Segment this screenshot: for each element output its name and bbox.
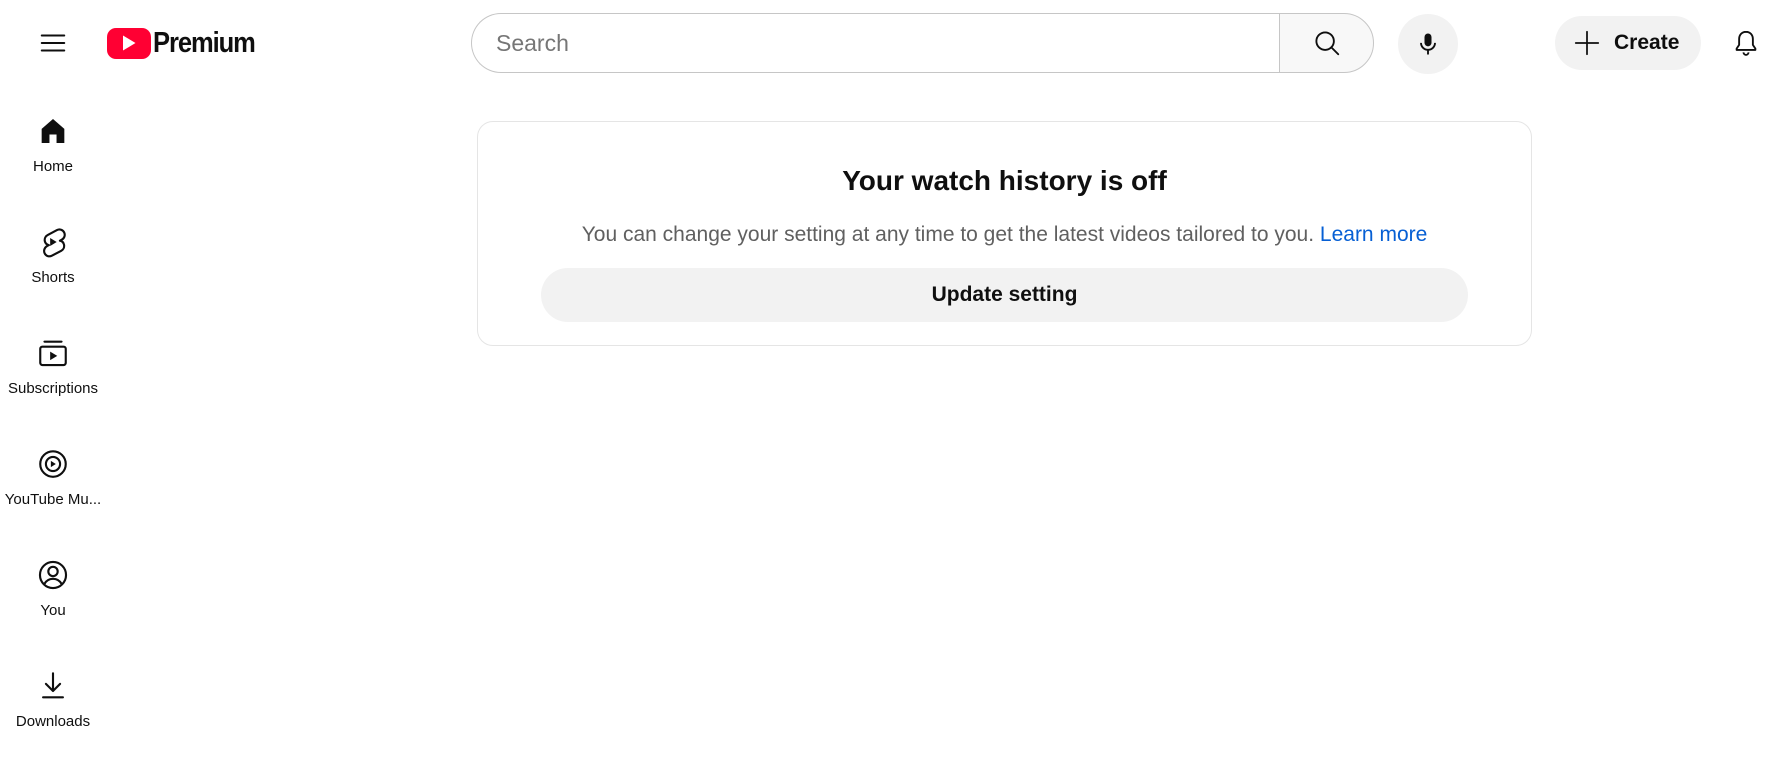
sidebar-item-youtube-music[interactable]: YouTube Mu... — [0, 433, 106, 544]
youtube-premium-logo[interactable]: Premium — [107, 25, 269, 61]
youtube-music-icon — [39, 450, 67, 478]
hamburger-menu-icon — [40, 34, 66, 52]
home-icon — [41, 118, 65, 144]
logo-text: Premium — [153, 26, 256, 59]
mini-guide: Home Shorts Subscriptions YouTube Mu... … — [0, 100, 106, 766]
sidebar-item-subscriptions[interactable]: Subscriptions — [0, 322, 106, 433]
sidebar-item-label: Home — [32, 158, 73, 175]
sidebar-item-label: You — [40, 602, 66, 619]
search-bar — [471, 13, 1374, 73]
update-setting-button[interactable]: Update setting — [541, 268, 1468, 322]
masthead: Premium Create — [0, 0, 1780, 86]
sidebar-item-shorts[interactable]: Shorts — [0, 211, 106, 322]
card-description: You can change your setting at any time … — [478, 223, 1531, 247]
search-button[interactable] — [1279, 13, 1374, 73]
search-input[interactable] — [496, 29, 1279, 57]
plus-icon — [1574, 30, 1600, 56]
card-description-text: You can change your setting at any time … — [581, 223, 1315, 246]
sidebar-item-label: Shorts — [31, 269, 75, 286]
sidebar-item-downloads[interactable]: Downloads — [0, 655, 106, 766]
sidebar-item-label: Downloads — [15, 713, 91, 730]
create-button[interactable]: Create — [1555, 16, 1701, 70]
learn-more-link[interactable]: Learn more — [1320, 223, 1427, 246]
downloads-icon — [42, 672, 64, 699]
notifications-button[interactable] — [1722, 19, 1770, 67]
shorts-icon — [43, 228, 66, 258]
sidebar-item-label: YouTube Mu... — [4, 491, 102, 508]
sidebar-item-label: Subscriptions — [7, 380, 99, 397]
search-icon — [1314, 31, 1339, 56]
card-title: Your watch history is off — [842, 165, 1167, 196]
voice-search-button[interactable] — [1398, 14, 1458, 74]
subscriptions-icon — [39, 340, 67, 367]
watch-history-off-card: Your watch history is off You can change… — [477, 121, 1532, 346]
youtube-logo-icon — [107, 27, 151, 59]
microphone-icon — [1420, 33, 1436, 55]
sidebar-item-home[interactable]: Home — [0, 100, 106, 211]
bell-icon — [1735, 30, 1757, 56]
guide-menu-button[interactable] — [27, 19, 79, 67]
you-icon — [38, 560, 68, 590]
create-button-label: Create — [1614, 31, 1680, 54]
sidebar-item-you[interactable]: You — [0, 544, 106, 655]
search-box — [471, 13, 1279, 73]
